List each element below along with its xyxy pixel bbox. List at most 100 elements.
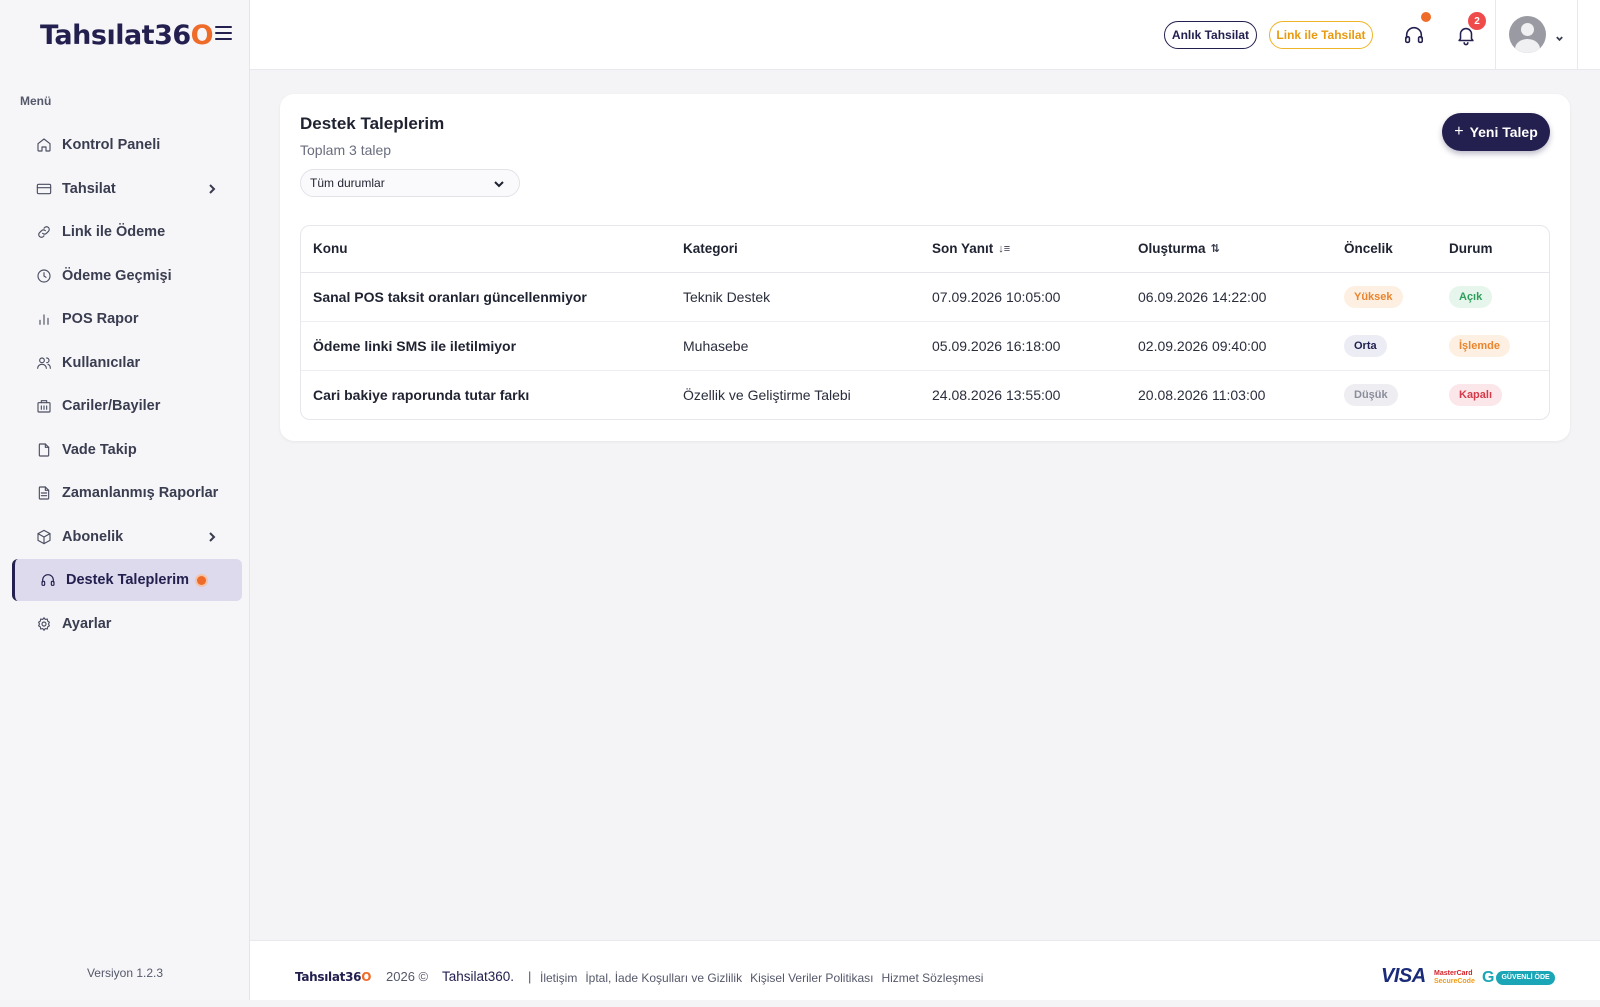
avatar [1509, 16, 1546, 53]
chevron-down-icon [493, 178, 505, 190]
report-icon [36, 485, 52, 501]
sidebar-item-label: Zamanlanmış Raporlar [62, 485, 219, 501]
sidebar-item-abonelik[interactable]: Abonelik [12, 516, 242, 558]
column-header-category: Kategori [671, 226, 920, 273]
ticket-last-reply: 07.09.2026 10:05:00 [920, 272, 1126, 322]
user-menu[interactable] [1509, 16, 1564, 53]
gear-icon [36, 616, 52, 632]
sort-icon[interactable]: ⇅ [1211, 242, 1220, 255]
ticket-category: Muhasebe [671, 321, 920, 371]
footer-link-iptal-iade[interactable]: İptal, İade Koşulları ve Gizlilik [585, 971, 742, 985]
priority-badge: Orta [1344, 334, 1387, 357]
table-header-row: Konu Kategori Son Yanıt ↓≡ Oluşturma ⇅ Önc… [301, 226, 1549, 273]
sidebar-item-label: Destek Taleplerim [66, 572, 190, 588]
hamburger-menu-icon[interactable] [215, 26, 232, 40]
sidebar-item-odeme-gecmisi[interactable]: Ödeme Geçmişi [12, 255, 242, 297]
sidebar-item-label: Kontrol Paneli [62, 137, 161, 153]
sidebar-item-label: Link ile Ödeme [62, 224, 166, 240]
footer-copyright: 2026 © [386, 969, 429, 984]
chevron-right-icon [206, 182, 218, 194]
footer-link-iletisim[interactable]: İletişim [540, 971, 577, 985]
status-filter-value: Tüm durumlar [310, 176, 385, 190]
column-header-status: Durum [1437, 226, 1549, 273]
ticket-category: Özellik ve Geliştirme Talebi [683, 386, 851, 403]
table-row[interactable]: Cari bakiye raporunda tutar farkı Özelli… [301, 370, 1549, 419]
logo-text: Tahsılat36 [40, 19, 191, 51]
priority-badge: Düşük [1344, 383, 1398, 406]
ticket-last-reply: 05.09.2026 16:18:00 [920, 321, 1126, 371]
ticket-count: Toplam 3 talep [300, 142, 392, 158]
table-row[interactable]: Sanal POS taksit oranları güncellenmiyor… [301, 272, 1549, 322]
sidebar-item-label: Ayarlar [62, 615, 112, 632]
bell-icon[interactable]: 2 [1455, 12, 1486, 46]
ticket-created: 20.08.2026 11:03:00 [1138, 386, 1266, 403]
column-header-subject: Konu [301, 226, 671, 273]
sidebar-item-tahsilat[interactable]: Tahsilat [12, 168, 242, 210]
building-icon [36, 398, 52, 414]
ticket-subject[interactable]: Ödeme linki SMS ile iletilmiyor [301, 321, 671, 371]
sidebar-item-label: Tahsilat [62, 180, 116, 197]
ticket-subject[interactable]: Sanal POS taksit oranları güncellenmiyor [301, 272, 671, 322]
sidebar-item-label: POS Rapor [62, 311, 139, 327]
sidebar-item-zamanlanmis-raporlar[interactable]: Zamanlanmış Raporlar [12, 472, 242, 514]
document-icon [36, 442, 52, 458]
table-row[interactable]: Ödeme linki SMS ile iletilmiyor Muhasebe… [301, 321, 1549, 371]
column-header-last-reply[interactable]: Son Yanıt ↓≡ [920, 226, 1126, 273]
guvenli-ode-logo: G GÜVENLİ ÖDE [1482, 969, 1555, 987]
column-header-created[interactable]: Oluşturma ⇅ [1126, 226, 1332, 273]
sidebar-item-destek-taleplerim[interactable]: Destek Taleplerim [12, 559, 242, 601]
app-logo[interactable]: Tahsılat36O [40, 18, 214, 52]
sidebar-item-label: Kullanıcılar [62, 354, 141, 371]
sidebar-item-kullanicilar[interactable]: Kullanıcılar [12, 342, 242, 384]
sidebar-item-pos-rapor[interactable]: POS Rapor [12, 298, 242, 340]
bar-chart-icon [36, 311, 52, 327]
status-badge: Kapalı [1449, 383, 1503, 406]
home-icon [36, 137, 52, 153]
new-ticket-button[interactable]: + Yeni Talep [1442, 113, 1550, 151]
ticket-category: Teknik Destek [671, 272, 920, 322]
sidebar-nav: Kontrol Paneli Tahsilat Link ile Ödeme Ö… [12, 124, 242, 646]
sidebar-item-vade-takip[interactable]: Vade Takip [12, 429, 242, 471]
footer-link-kisisel-veriler[interactable]: Kişisel Veriler Politikası [750, 971, 873, 985]
status-filter-select[interactable]: Tüm durumlar [300, 169, 520, 197]
sidebar-item-label: Abonelik [62, 528, 124, 545]
notification-badge: 2 [1468, 12, 1486, 30]
sidebar-item-label: Vade Takip [62, 441, 137, 458]
ticket-subject[interactable]: Cari bakiye raporunda tutar farkı [301, 370, 671, 419]
sidebar-item-ayarlar[interactable]: Ayarlar [12, 603, 242, 645]
footer-brand: Tahsilat360. [442, 969, 515, 984]
sidebar-item-kontrol-paneli[interactable]: Kontrol Paneli [12, 124, 242, 166]
chevron-right-icon [206, 530, 218, 542]
version-text: Versiyon 1.2.3 [86, 966, 164, 980]
sort-desc-icon[interactable]: ↓≡ [998, 243, 1010, 255]
headset-icon [40, 572, 56, 588]
new-ticket-label: Yeni Talep [1469, 124, 1538, 140]
sidebar: Tahsılat36O Menü Kontrol Paneli Tahsilat… [0, 0, 250, 1000]
credit-card-icon [36, 181, 52, 197]
support-notification-dot [1421, 12, 1431, 22]
ticket-created: 02.09.2026 09:40:00 [1126, 321, 1332, 371]
footer: Tahsılat36O 2026 © Tahsilat360. | İletiş… [250, 940, 1600, 1000]
chevron-down-icon [1555, 30, 1564, 42]
plus-icon: + [1454, 123, 1464, 140]
link-ile-tahsilat-button[interactable]: Link ile Tahsilat [1269, 21, 1373, 49]
clock-icon [36, 268, 52, 284]
sidebar-item-label: Ödeme Geçmişi [62, 267, 172, 284]
mastercard-securecode-logo: MasterCard SecureCode [1434, 970, 1475, 985]
ticket-created: 06.09.2026 14:22:00 [1126, 272, 1332, 322]
anlik-tahsilat-button[interactable]: Anlık Tahsilat [1164, 21, 1257, 49]
sidebar-item-label: Cariler/Bayiler [62, 398, 161, 414]
footer-links: İletişim İptal, İade Koşulları ve Gizlil… [540, 971, 983, 985]
support-headset-icon[interactable] [1403, 12, 1431, 46]
header-divider [1577, 0, 1578, 70]
footer-link-hizmet-sozlesmesi[interactable]: Hizmet Sözleşmesi [881, 971, 983, 985]
header-divider [1495, 0, 1496, 70]
footer-logo: Tahsılat36O [295, 970, 372, 984]
tickets-table: Konu Kategori Son Yanıt ↓≡ Oluşturma ⇅ Önc… [300, 225, 1550, 420]
sidebar-item-cariler-bayiler[interactable]: Cariler/Bayiler [12, 385, 242, 427]
box-icon [36, 529, 52, 545]
sidebar-item-link-ile-odeme[interactable]: Link ile Ödeme [12, 211, 242, 253]
ticket-last-reply: 24.08.2026 13:55:00 [932, 386, 1061, 403]
tickets-card: Destek Taleplerim Toplam 3 talep Tüm dur… [280, 94, 1570, 441]
priority-badge: Yüksek [1344, 285, 1403, 308]
